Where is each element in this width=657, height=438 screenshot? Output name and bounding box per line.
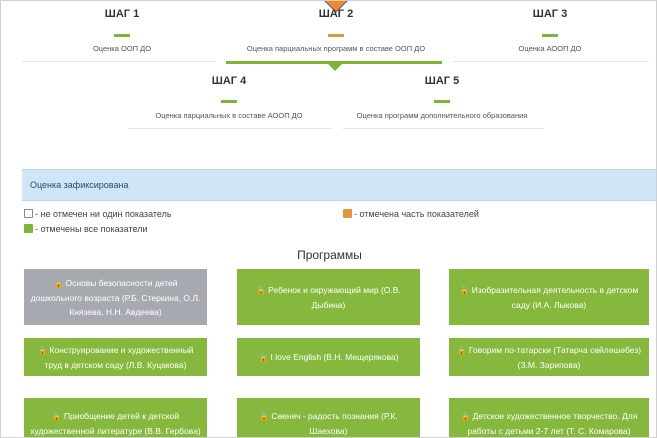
step-title: ШАГ 5 bbox=[424, 75, 460, 87]
step-title: ШАГ 1 bbox=[104, 8, 140, 20]
lock-icon: 🔒 bbox=[460, 411, 471, 421]
legend-partial-label: - отмечена часть показателей bbox=[354, 209, 479, 219]
program-card-text: Изобразительная деятельность в детском с… bbox=[471, 284, 639, 310]
step-status-bar bbox=[221, 100, 237, 103]
program-card-text: Говорим по-татарски (Татарча сөйләшәбез)… bbox=[468, 344, 642, 370]
page-frame: ШАГ 1 Оценка ООП ДО ШАГ 2 Оценка парциал… bbox=[0, 0, 657, 438]
step-underline bbox=[453, 61, 649, 62]
program-card-text: Ребенок и окружающий мир (О.В. Дыбина) bbox=[268, 284, 401, 310]
alert-text: Оценка зафиксирована bbox=[30, 180, 129, 190]
program-card-text: Конструирование и художественный труд в … bbox=[44, 344, 194, 370]
program-card[interactable]: 🔒 Сөенеч - радость познания (Р.К. Шаехова… bbox=[237, 398, 420, 437]
program-card[interactable]: 🔒 Детское художественное творчество. Для … bbox=[449, 398, 649, 437]
program-card-text: Сөенеч - радость познания (Р.К. Шаехова) bbox=[271, 410, 398, 436]
step-title: ШАГ 3 bbox=[532, 8, 568, 20]
step-status-bar bbox=[542, 34, 558, 37]
program-card[interactable]: 🔒 Основы безопасности детей дошкольного в… bbox=[24, 269, 207, 325]
lock-icon: 🔒 bbox=[456, 345, 467, 355]
step-status-bar bbox=[328, 34, 344, 37]
status-alert: Оценка зафиксирована bbox=[22, 169, 656, 201]
green-square-icon bbox=[24, 224, 33, 233]
step-underline bbox=[129, 128, 331, 129]
program-card[interactable]: 🔒 Приобщение детей к детской художественн… bbox=[24, 398, 207, 437]
legend-partial: - отмечена часть показателей bbox=[343, 209, 479, 219]
legend-none-label: - не отмечен ни один показатель bbox=[35, 209, 172, 219]
step-status-bar bbox=[434, 100, 450, 103]
lock-icon: 🔒 bbox=[259, 411, 270, 421]
program-card[interactable]: 🔒 Говорим по-татарски (Татарча сөйләшәбез… bbox=[449, 338, 649, 376]
legend-all: - отмечены все показатели bbox=[24, 224, 148, 234]
program-card[interactable]: 🔒 Ребенок и окружающий мир (О.В. Дыбина) bbox=[237, 269, 420, 325]
legend-none: - не отмечен ни один показатель bbox=[24, 209, 172, 219]
step-label: Оценка парциальных программ в составе ОО… bbox=[246, 44, 426, 53]
program-card[interactable]: 🔒 I love English (В.Н. Мещерякова) bbox=[237, 338, 420, 376]
program-card-text: Детское художественное творчество. Для р… bbox=[467, 410, 638, 436]
empty-checkbox-icon bbox=[24, 209, 33, 218]
lock-icon: 🔒 bbox=[51, 411, 62, 421]
lock-icon: 🔒 bbox=[256, 285, 267, 295]
step-pointer-icon bbox=[328, 64, 342, 71]
step-status-bar bbox=[114, 34, 130, 37]
step-label: Оценка программ дополнительного образова… bbox=[356, 111, 528, 120]
step-title: ШАГ 4 bbox=[211, 75, 247, 87]
program-card[interactable]: 🔒 Изобразительная деятельность в детском … bbox=[449, 269, 649, 325]
step-label: Оценка АООП ДО bbox=[518, 44, 582, 53]
program-card[interactable]: 🔒 Конструирование и художественный труд в… bbox=[24, 338, 207, 376]
lock-icon: 🔒 bbox=[459, 285, 470, 295]
orange-square-icon bbox=[343, 209, 352, 218]
step-title: ШАГ 2 bbox=[318, 8, 354, 20]
lock-icon: 🔒 bbox=[37, 345, 48, 355]
step-label: Оценка ООП ДО bbox=[92, 44, 152, 53]
program-card-text: I love English (В.Н. Мещерякова) bbox=[270, 351, 399, 362]
lock-icon: 🔒 bbox=[258, 352, 269, 362]
step-underline bbox=[22, 61, 215, 62]
step-underline bbox=[343, 128, 543, 129]
programs-title: Программы bbox=[297, 248, 362, 262]
lock-icon: 🔒 bbox=[53, 278, 64, 288]
step-label: Оценка парциальных в составе АООП ДО bbox=[155, 111, 303, 120]
legend-all-label: - отмечены все показатели bbox=[35, 224, 148, 234]
